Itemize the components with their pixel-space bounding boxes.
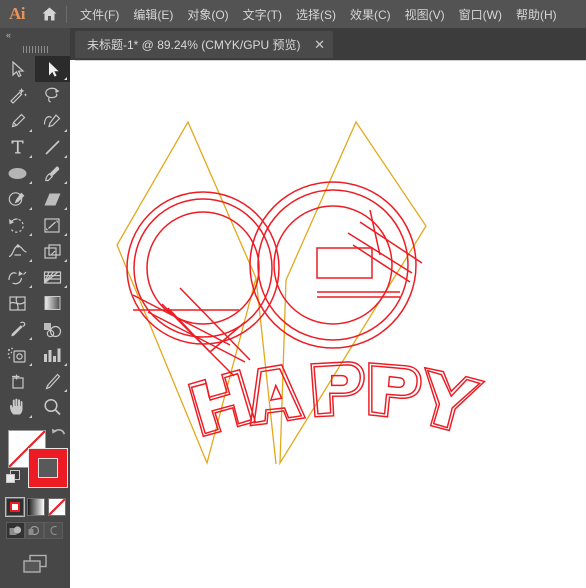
- stroke-swatch-inner: [38, 458, 58, 478]
- tool-flyout-indicator: [64, 155, 67, 158]
- panel-drag-handle[interactable]: [0, 42, 70, 56]
- draw-mode-buttons: [0, 516, 70, 539]
- tool-flyout-indicator: [64, 207, 67, 210]
- menu-view[interactable]: 视图(V): [398, 0, 452, 28]
- ellipse-tool[interactable]: [0, 160, 35, 186]
- happy-text: [187, 361, 487, 438]
- letter-q: [126, 191, 280, 377]
- artwork-happy-qg[interactable]: [70, 60, 586, 588]
- tool-flyout-indicator: [64, 389, 67, 392]
- menu-object[interactable]: 对象(O): [180, 0, 235, 28]
- draw-inside[interactable]: [44, 522, 63, 539]
- direct-selection-tool[interactable]: [35, 56, 70, 82]
- tool-flyout-indicator: [29, 155, 32, 158]
- illustrator-window: Ai 文件(F) 编辑(E) 对象(O) 文字(T) 选择(S) 效果(C) 视…: [0, 0, 586, 588]
- tools-panel: «: [0, 28, 70, 588]
- tool-flyout-indicator: [29, 337, 32, 340]
- tool-flyout-indicator: [64, 129, 67, 132]
- column-graph-tool[interactable]: [35, 342, 70, 368]
- letter-g: [249, 181, 423, 349]
- slice-tool[interactable]: [35, 368, 70, 394]
- width-tool[interactable]: [0, 238, 35, 264]
- shape-builder-tool[interactable]: [0, 264, 35, 290]
- menu-type[interactable]: 文字(T): [236, 0, 289, 28]
- lasso-tool[interactable]: [35, 82, 70, 108]
- menu-window[interactable]: 窗口(W): [452, 0, 509, 28]
- magic-wand-tool[interactable]: [0, 82, 35, 108]
- app-logo-icon: Ai: [9, 4, 26, 23]
- swap-fill-stroke-icon[interactable]: [50, 428, 66, 448]
- pen-tool[interactable]: [0, 108, 35, 134]
- document-tab[interactable]: 未标题-1* @ 89.24% (CMYK/GPU 预览) ✕: [75, 31, 333, 58]
- symbol-sprayer-tool[interactable]: [0, 342, 35, 368]
- menu-edit[interactable]: 编辑(E): [126, 0, 180, 28]
- collapse-panel-icon[interactable]: «: [0, 28, 70, 42]
- selection-tool[interactable]: [0, 56, 35, 82]
- scale-tool[interactable]: [35, 212, 70, 238]
- color-mode-none[interactable]: [48, 498, 66, 516]
- menu-file[interactable]: 文件(F): [73, 0, 126, 28]
- curvature-tool[interactable]: [35, 108, 70, 134]
- color-mode-buttons: [0, 492, 70, 517]
- color-mode-color[interactable]: [5, 497, 25, 517]
- tool-flyout-indicator: [64, 259, 67, 262]
- color-mode-gradient[interactable]: [27, 498, 45, 516]
- document-tab-bar: 未标题-1* @ 89.24% (CMYK/GPU 预览) ✕: [0, 28, 586, 60]
- shaper-tool[interactable]: [0, 186, 35, 212]
- menu-separator: [66, 5, 67, 23]
- hand-tool[interactable]: [0, 394, 35, 420]
- perspective-grid-tool[interactable]: [35, 264, 70, 290]
- menu-effect[interactable]: 效果(C): [343, 0, 398, 28]
- document-tab-label: 未标题-1* @ 89.24% (CMYK/GPU 预览): [87, 38, 301, 52]
- eraser-tool[interactable]: [35, 186, 70, 212]
- tool-flyout-indicator: [29, 415, 32, 418]
- menu-help[interactable]: 帮助(H): [509, 0, 564, 28]
- tool-grid: [0, 56, 70, 420]
- menu-bar: Ai 文件(F) 编辑(E) 对象(O) 文字(T) 选择(S) 效果(C) 视…: [0, 0, 586, 28]
- free-transform-tool[interactable]: [35, 238, 70, 264]
- rotate-tool[interactable]: [0, 212, 35, 238]
- tool-flyout-indicator: [29, 259, 32, 262]
- gradient-tool[interactable]: [35, 290, 70, 316]
- tool-flyout-indicator: [64, 233, 67, 236]
- tool-flyout-indicator: [64, 77, 67, 80]
- artboard-tool[interactable]: [0, 368, 35, 394]
- tool-flyout-indicator: [64, 363, 67, 366]
- line-segment-tool[interactable]: [35, 134, 70, 160]
- tool-flyout-indicator: [29, 181, 32, 184]
- artboard-canvas[interactable]: [70, 60, 586, 588]
- draw-normal[interactable]: [6, 522, 25, 539]
- draw-behind[interactable]: [25, 522, 44, 539]
- mesh-tool[interactable]: [0, 290, 35, 316]
- tool-flyout-indicator: [64, 285, 67, 288]
- paintbrush-tool[interactable]: [35, 160, 70, 186]
- tool-flyout-indicator: [29, 285, 32, 288]
- tool-flyout-indicator: [29, 207, 32, 210]
- close-icon[interactable]: ✕: [313, 38, 327, 51]
- home-icon[interactable]: [34, 0, 64, 28]
- tool-flyout-indicator: [29, 233, 32, 236]
- stroke-swatch[interactable]: [28, 448, 68, 488]
- type-tool[interactable]: [0, 134, 35, 160]
- eyedropper-tool[interactable]: [0, 316, 35, 342]
- fill-stroke-controls: [0, 426, 70, 492]
- default-fill-stroke-icon[interactable]: [6, 470, 20, 489]
- screen-mode-button[interactable]: [0, 547, 70, 583]
- blend-tool[interactable]: [35, 316, 70, 342]
- tool-flyout-indicator: [29, 363, 32, 366]
- menu-select[interactable]: 选择(S): [289, 0, 343, 28]
- tool-flyout-indicator: [29, 129, 32, 132]
- zoom-tool[interactable]: [35, 394, 70, 420]
- tool-flyout-indicator: [64, 181, 67, 184]
